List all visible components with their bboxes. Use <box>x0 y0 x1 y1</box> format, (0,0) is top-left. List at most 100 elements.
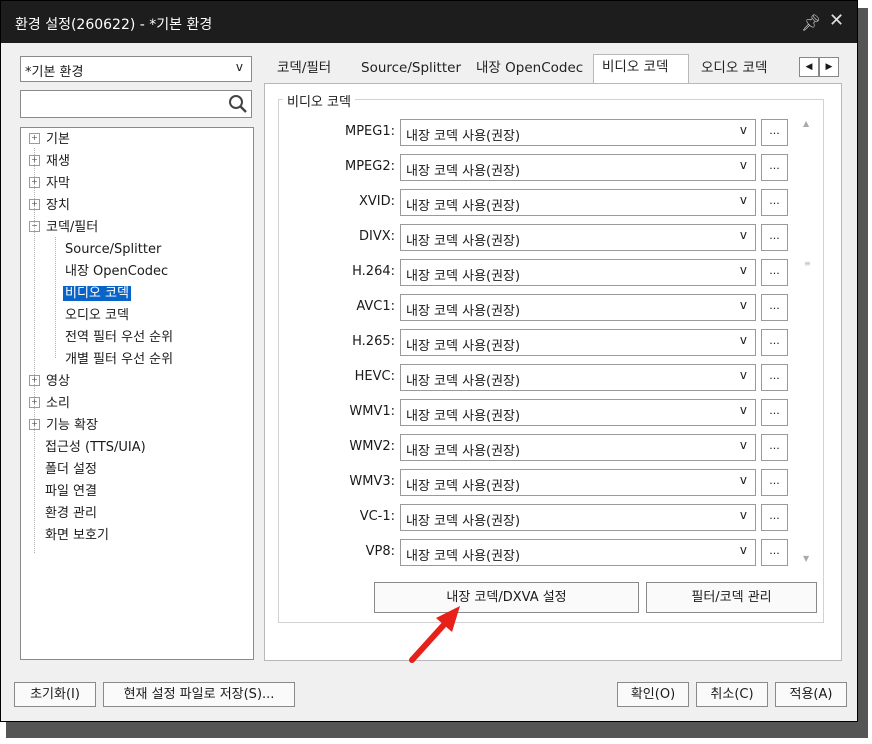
save-current-settings-button[interactable]: 현재 설정 파일로 저장(S)... <box>103 682 295 707</box>
tree-item-subtitle[interactable]: + 자막 <box>29 174 70 194</box>
expand-icon[interactable]: + <box>29 397 40 408</box>
codec-select[interactable]: 내장 코덱 사용(권장) v <box>400 154 756 181</box>
tree-item-opencodec[interactable]: 내장 OpenCodec <box>65 262 168 282</box>
apply-button[interactable]: 적용(A) <box>775 682 847 707</box>
codec-select[interactable]: 내장 코덱 사용(권장) v <box>400 294 756 321</box>
tree-item-device[interactable]: + 장치 <box>29 196 70 216</box>
expand-icon[interactable]: + <box>29 155 40 166</box>
pin-icon[interactable]: 📌︎ <box>801 13 821 32</box>
chevron-down-icon: v <box>739 193 747 207</box>
tree-item-folder-settings[interactable]: 폴더 설정 <box>45 460 97 480</box>
tree-item-video-codec[interactable]: 비디오 코덱 <box>63 284 131 304</box>
tree-item-label: 파일 연결 <box>45 484 97 499</box>
codec-options-button[interactable]: ... <box>761 434 788 461</box>
codec-options-button[interactable]: ... <box>761 539 788 566</box>
expand-icon[interactable]: + <box>29 133 40 144</box>
codec-row-label: VC-1: <box>359 509 395 524</box>
expand-icon[interactable]: + <box>29 375 40 386</box>
reset-button[interactable]: 초기화(I) <box>14 682 96 707</box>
tree-item-extensions[interactable]: + 기능 확장 <box>29 416 98 436</box>
codec-options-button[interactable]: ... <box>761 119 788 146</box>
tab-scroll-left-icon[interactable]: ◀ <box>799 57 819 77</box>
tree-item-basic[interactable]: + 기본 <box>29 130 70 150</box>
tab-scroll-right-icon[interactable]: ▶ <box>819 57 839 77</box>
cancel-button[interactable]: 취소(C) <box>696 682 768 707</box>
tree-item-playback[interactable]: + 재생 <box>29 152 70 172</box>
codec-select[interactable]: 내장 코덱 사용(권장) v <box>400 224 756 251</box>
group-title: 비디오 코덱 <box>283 91 355 110</box>
tab-codec-filter[interactable]: 코덱/필터 <box>269 56 339 83</box>
codec-list-scrollbar[interactable]: ▲ ≡ ▼ <box>802 119 814 563</box>
tree-item-audio-codec[interactable]: 오디오 코덱 <box>65 306 129 326</box>
codec-options-button[interactable]: ... <box>761 294 788 321</box>
codec-row-label: XVID: <box>358 194 395 209</box>
tree-item-video[interactable]: + 영상 <box>29 372 70 392</box>
collapse-icon[interactable]: − <box>29 221 40 232</box>
tree-item-sound[interactable]: + 소리 <box>29 394 70 414</box>
codec-select[interactable]: 내장 코덱 사용(권장) v <box>400 434 756 461</box>
codec-options-button[interactable]: ... <box>761 504 788 531</box>
codec-select[interactable]: 내장 코덱 사용(권장) v <box>400 539 756 566</box>
tab-label: Source/Splitter <box>361 60 461 76</box>
codec-row-label: MPEG2: <box>345 159 395 174</box>
scroll-up-icon[interactable]: ▲ <box>803 119 809 128</box>
codec-options-button[interactable]: ... <box>761 189 788 216</box>
codec-options-button[interactable]: ... <box>761 469 788 496</box>
tree-item-label: 기능 확장 <box>46 418 98 433</box>
codec-select-value: 내장 코덱 사용(권장) <box>406 339 521 354</box>
expand-icon[interactable]: + <box>29 177 40 188</box>
codec-select[interactable]: 내장 코덱 사용(권장) v <box>400 504 756 531</box>
close-icon[interactable]: ✕ <box>829 10 844 31</box>
tab-audio-codec[interactable]: 오디오 코덱 <box>693 56 775 83</box>
codec-options-button[interactable]: ... <box>761 399 788 426</box>
codec-select[interactable]: 내장 코덱 사용(권장) v <box>400 469 756 496</box>
codec-row-label: VP8: <box>365 544 395 559</box>
title-bar[interactable]: 환경 설정(260622) - *기본 환경 📌︎ ✕ <box>1 1 857 43</box>
codec-select[interactable]: 내장 코덱 사용(권장) v <box>400 399 756 426</box>
settings-tree[interactable]: + 기본 + 재생 + 자막 + 장치 − 코덱/필터 Source/Splitter 내… <box>20 127 254 660</box>
chevron-down-icon: v <box>739 438 747 452</box>
search-input[interactable] <box>20 90 252 118</box>
tab-opencodec[interactable]: 내장 OpenCodec <box>468 56 591 83</box>
codec-select[interactable]: 내장 코덱 사용(권장) v <box>400 364 756 391</box>
codec-select[interactable]: 내장 코덱 사용(권장) v <box>400 259 756 286</box>
tree-item-global-filter-priority[interactable]: 전역 필터 우선 순위 <box>65 328 173 348</box>
codec-row-label: AVC1: <box>356 299 395 314</box>
ok-button[interactable]: 확인(O) <box>617 682 689 707</box>
tab-video-codec[interactable]: 비디오 코덱 <box>593 54 689 84</box>
codec-options-button[interactable]: ... <box>761 364 788 391</box>
search-icon[interactable] <box>228 94 248 114</box>
tree-item-label: 비디오 코덱 <box>63 286 131 301</box>
filter-codec-manage-button[interactable]: 필터/코덱 관리 <box>646 582 817 613</box>
tree-item-file-association[interactable]: 파일 연결 <box>45 482 97 502</box>
tab-source-splitter[interactable]: Source/Splitter <box>353 56 469 83</box>
codec-select[interactable]: 내장 코덱 사용(권장) v <box>400 329 756 356</box>
tree-item-source-splitter[interactable]: Source/Splitter <box>65 240 161 260</box>
codec-options-button[interactable]: ... <box>761 224 788 251</box>
codec-row-label: WMV2: <box>349 439 395 454</box>
tree-item-codec-filter[interactable]: − 코덱/필터 <box>29 218 98 238</box>
chevron-down-icon: v <box>739 508 747 522</box>
window-title: 환경 설정(260622) - *기본 환경 <box>15 17 213 33</box>
codec-select-value: 내장 코덱 사용(권장) <box>406 514 521 529</box>
codec-options-button[interactable]: ... <box>761 154 788 181</box>
codec-select[interactable]: 내장 코덱 사용(권장) v <box>400 189 756 216</box>
chevron-down-icon: v <box>739 333 747 347</box>
tree-item-individual-filter-priority[interactable]: 개별 필터 우선 순위 <box>65 350 173 370</box>
codec-options-button[interactable]: ... <box>761 329 788 356</box>
codec-select-value: 내장 코덱 사용(권장) <box>406 444 521 459</box>
chevron-down-icon: v <box>739 473 747 487</box>
codec-options-button[interactable]: ... <box>761 259 788 286</box>
tree-item-preset-management[interactable]: 환경 관리 <box>45 504 97 524</box>
scroll-thumb[interactable]: ≡ <box>804 259 811 268</box>
expand-icon[interactable]: + <box>29 419 40 430</box>
scroll-down-icon[interactable]: ▼ <box>803 554 809 563</box>
chevron-down-icon: v <box>739 263 747 277</box>
profile-select[interactable]: *기본 환경 v <box>20 56 252 82</box>
chevron-down-icon: v <box>739 403 747 417</box>
codec-select[interactable]: 내장 코덱 사용(권장) v <box>400 119 756 146</box>
chevron-down-icon: v <box>739 228 747 242</box>
tree-item-screensaver[interactable]: 화면 보호기 <box>45 526 109 546</box>
tree-item-accessibility[interactable]: 접근성 (TTS/UIA) <box>45 438 146 458</box>
expand-icon[interactable]: + <box>29 199 40 210</box>
